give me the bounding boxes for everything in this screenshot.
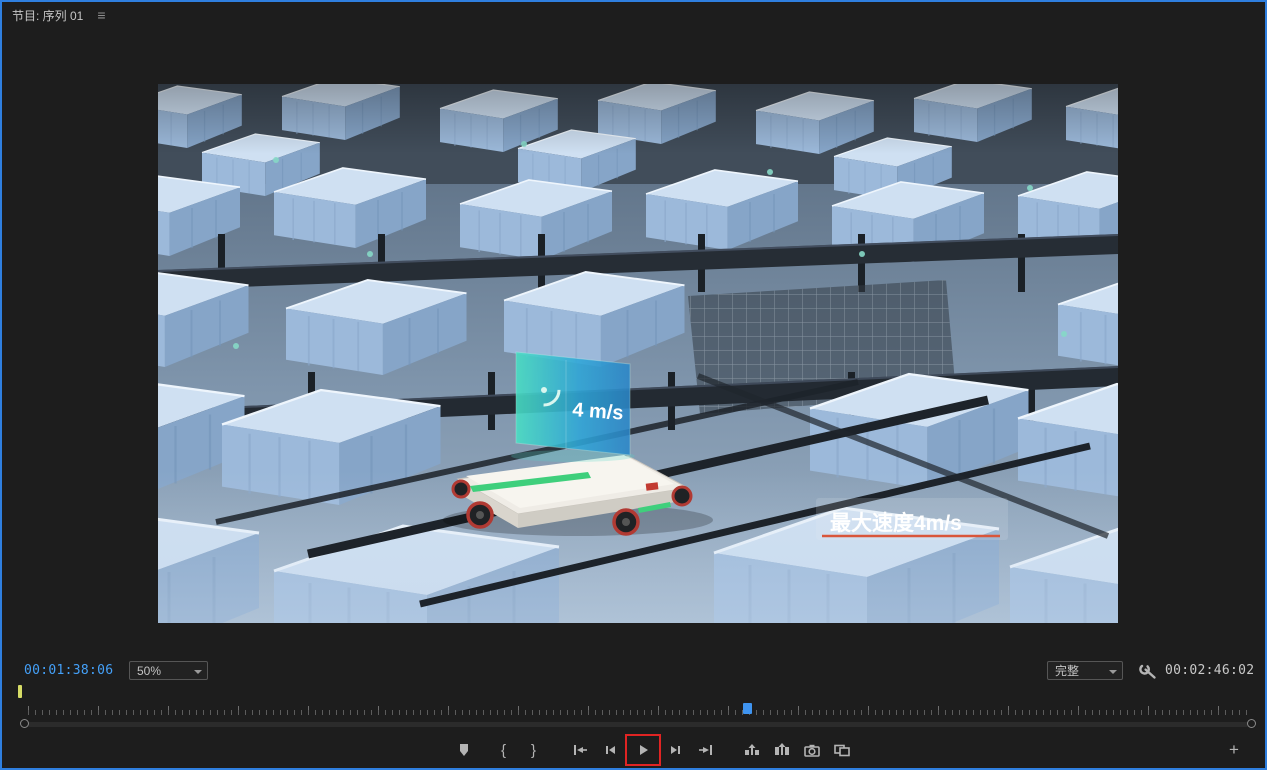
step-back-icon	[601, 742, 619, 758]
marker-icon	[455, 742, 473, 758]
warehouse-scene: 4 m/s 最大速度4m/s	[158, 84, 1118, 623]
zoom-level-value: 50%	[137, 664, 161, 678]
go-to-out-button[interactable]	[691, 737, 721, 763]
chevron-down-icon	[1109, 670, 1117, 674]
playback-resolution-select[interactable]: 完整	[1047, 661, 1123, 680]
panel-menu-icon[interactable]: ≡	[97, 7, 105, 23]
add-button[interactable]: +	[1223, 739, 1245, 761]
program-monitor-panel: 节目: 序列 01 ≡	[0, 0, 1267, 770]
mark-out-icon: }	[531, 743, 536, 758]
play-button[interactable]	[628, 737, 658, 763]
zoom-level-select[interactable]: 50%	[129, 661, 208, 680]
play-button-highlight	[625, 734, 661, 766]
ruler-minor-ticks	[28, 710, 1252, 715]
step-forward-icon	[667, 742, 685, 758]
step-back-button[interactable]	[595, 737, 625, 763]
mark-out-button[interactable]: }	[519, 737, 549, 763]
video-preview[interactable]: 4 m/s 最大速度4m/s	[158, 84, 1118, 623]
lift-button[interactable]	[737, 737, 767, 763]
monitor-timeline-ruler[interactable]	[28, 703, 1252, 715]
play-icon	[634, 742, 652, 758]
comparison-view-icon	[833, 742, 851, 758]
mark-in-button[interactable]: {	[489, 737, 519, 763]
settings-button[interactable]	[1138, 662, 1158, 680]
zoom-scrollbar-left-handle[interactable]	[20, 719, 29, 728]
go-to-in-button[interactable]	[565, 737, 595, 763]
zoom-scrollbar-right-handle[interactable]	[1247, 719, 1256, 728]
playhead[interactable]	[743, 703, 752, 714]
total-duration-timecode: 00:02:46:02	[1165, 663, 1254, 678]
panel-header: 节目: 序列 01 ≡	[2, 2, 1265, 28]
wrench-icon	[1138, 662, 1158, 680]
current-timecode[interactable]: 00:01:38:06	[24, 663, 113, 678]
sequence-marker[interactable]	[18, 685, 22, 698]
chevron-down-icon	[194, 670, 202, 674]
playback-resolution-value: 完整	[1055, 662, 1079, 679]
extract-icon	[773, 742, 791, 758]
lift-icon	[743, 742, 761, 758]
export-frame-button[interactable]	[797, 737, 827, 763]
go-to-out-icon	[697, 742, 715, 758]
comparison-view-button[interactable]	[827, 737, 857, 763]
timeline-zoom-scrollbar[interactable]	[20, 718, 1256, 730]
go-to-in-icon	[571, 742, 589, 758]
caption-overlay: 最大速度4m/s	[816, 498, 1008, 540]
transport-controls: { }	[21, 734, 1267, 766]
caption-text: 最大速度4m/s	[830, 511, 962, 535]
hologram-speed-text: 4 m/s	[572, 399, 625, 425]
zoom-scrollbar-track[interactable]	[27, 722, 1249, 727]
panel-title: 节目: 序列 01	[12, 7, 83, 24]
mark-in-icon: {	[501, 743, 506, 758]
step-forward-button[interactable]	[661, 737, 691, 763]
camera-icon	[803, 742, 821, 758]
extract-button[interactable]	[767, 737, 797, 763]
add-marker-button[interactable]	[449, 737, 479, 763]
